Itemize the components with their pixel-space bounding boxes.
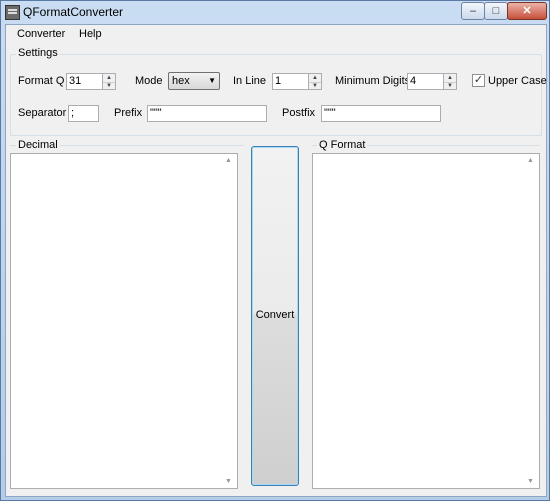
minimize-button[interactable]: –: [461, 2, 485, 20]
separator-label: Separator: [18, 107, 67, 119]
menu-help[interactable]: Help: [79, 28, 102, 40]
client-area: Converter Help Settings Format Q 31 ▲ ▼ …: [5, 24, 547, 497]
decimal-textarea[interactable]: ▲ ▼: [10, 153, 238, 489]
format-q-input[interactable]: 31: [66, 73, 103, 90]
postfix-label: Postfix: [282, 107, 316, 119]
prefix-label: Prefix: [114, 107, 143, 119]
maximize-button[interactable]: □: [484, 2, 508, 20]
in-line-label: In Line: [233, 75, 267, 87]
menu-bar: Converter Help: [6, 25, 546, 45]
min-digits-input[interactable]: 4: [407, 73, 444, 90]
qformat-textarea[interactable]: ▲ ▼: [312, 153, 540, 489]
separator-input[interactable]: ;: [68, 105, 99, 122]
spin-down-icon[interactable]: ▼: [444, 82, 456, 90]
min-digits-spinner[interactable]: ▲ ▼: [444, 73, 457, 90]
postfix-input[interactable]: """: [321, 105, 441, 122]
mode-select[interactable]: hex ▼: [168, 72, 220, 90]
scroll-up-icon[interactable]: ▲: [527, 157, 534, 164]
dropdown-arrow-icon: ▼: [208, 76, 216, 85]
spin-down-icon[interactable]: ▼: [309, 82, 321, 90]
upper-case-label: Upper Case: [488, 75, 547, 87]
mode-label: Mode: [135, 75, 163, 87]
window-title: QFormatConverter: [23, 5, 124, 19]
convert-button-label: Convert: [255, 309, 295, 321]
app-icon: [5, 5, 20, 20]
decimal-scrollbar[interactable]: ▲ ▼: [222, 154, 237, 488]
format-q-label: Format Q: [18, 75, 65, 87]
prefix-input[interactable]: """: [147, 105, 267, 122]
settings-group: Settings Format Q 31 ▲ ▼ Mode hex ▼ In L…: [10, 47, 547, 136]
decimal-label: Decimal: [16, 139, 60, 151]
qformat-scrollbar[interactable]: ▲ ▼: [524, 154, 539, 488]
spin-down-icon[interactable]: ▼: [103, 82, 115, 90]
mode-select-value: hex: [172, 75, 190, 87]
settings-legend: Settings: [16, 47, 60, 59]
convert-button[interactable]: Convert: [251, 146, 299, 486]
in-line-input[interactable]: 1: [272, 73, 309, 90]
scroll-up-icon[interactable]: ▲: [225, 157, 232, 164]
title-bar[interactable]: QFormatConverter – □ ✕: [1, 1, 549, 23]
checkmark-icon: ✓: [473, 74, 484, 86]
scroll-down-icon[interactable]: ▼: [527, 478, 534, 485]
format-q-spinner[interactable]: ▲ ▼: [103, 73, 116, 90]
upper-case-checkbox[interactable]: ✓: [472, 74, 485, 87]
min-digits-label: Minimum Digits: [335, 75, 411, 87]
in-line-spinner[interactable]: ▲ ▼: [309, 73, 322, 90]
close-button[interactable]: ✕: [507, 2, 547, 20]
menu-converter[interactable]: Converter: [17, 28, 65, 40]
main-window: QFormatConverter – □ ✕ Converter Help Se…: [0, 0, 550, 501]
qformat-label: Q Format: [317, 139, 368, 151]
scroll-down-icon[interactable]: ▼: [225, 478, 232, 485]
